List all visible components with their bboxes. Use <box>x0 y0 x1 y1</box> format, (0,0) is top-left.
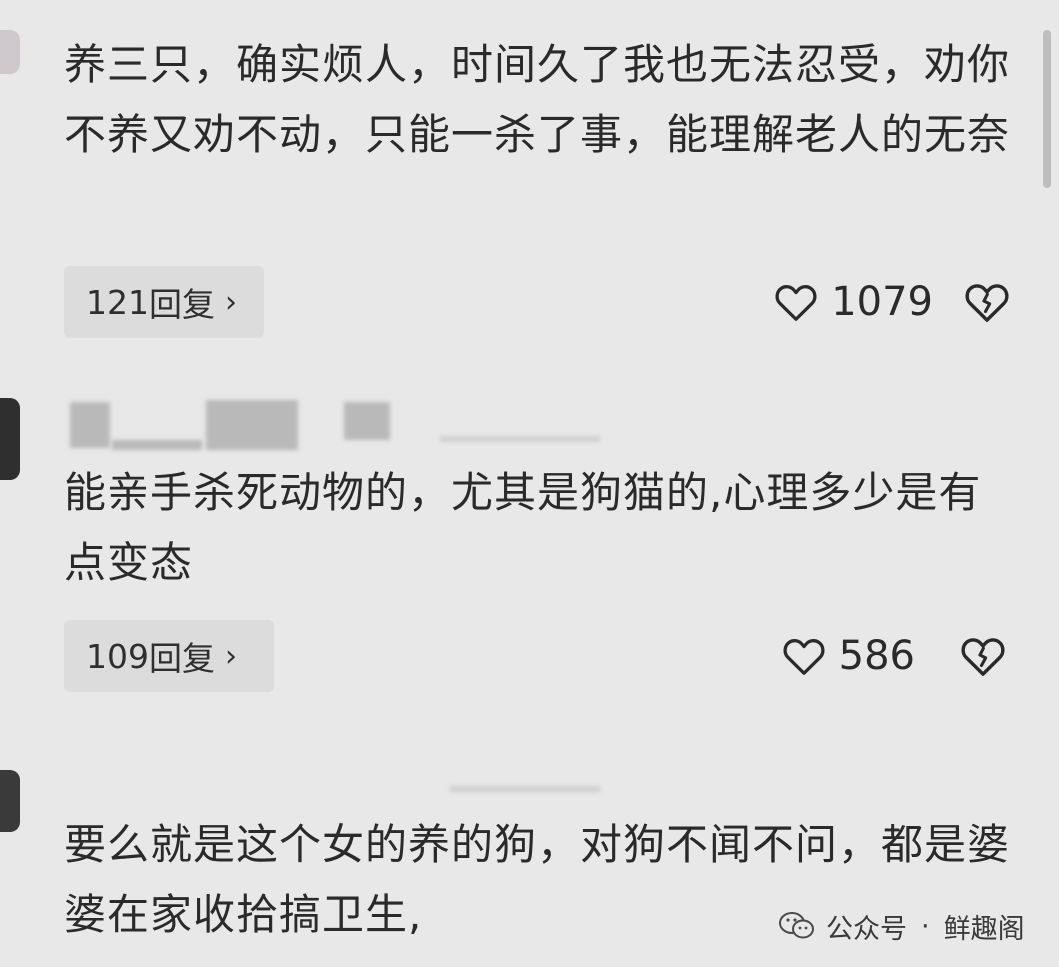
avatar[interactable] <box>0 398 20 480</box>
heart-icon[interactable] <box>781 636 827 676</box>
comment-actions: 1079 <box>773 266 1011 338</box>
comment-actions: 586 <box>781 620 1007 692</box>
username-redacted <box>344 402 390 440</box>
wechat-icon <box>779 912 814 939</box>
scrollbar[interactable] <box>1043 30 1051 188</box>
reply-count: 121 <box>86 282 149 322</box>
reply-button[interactable]: 121 回复 › <box>64 266 264 338</box>
username-redacted <box>450 786 600 792</box>
like-count: 586 <box>838 633 915 679</box>
like-count: 1079 <box>831 279 933 325</box>
username-redacted <box>440 436 600 442</box>
reply-label: 回复 <box>149 639 215 678</box>
watermark-source: 公众号 <box>826 913 907 945</box>
avatar[interactable] <box>0 30 20 74</box>
broken-heart-icon[interactable] <box>963 281 1011 323</box>
username-redacted <box>112 440 202 450</box>
username-redacted <box>70 402 110 448</box>
chevron-right-icon: › <box>225 284 237 320</box>
watermark-account: 鲜趣阁 <box>943 913 1025 945</box>
comment-text: 能亲手杀死动物的，尤其是狗猫的,心理多少是有点变态 <box>64 468 982 587</box>
avatar[interactable] <box>0 770 20 832</box>
reply-count: 109 <box>86 636 149 676</box>
reply-label: 回复 <box>149 285 215 324</box>
heart-icon[interactable] <box>773 282 819 322</box>
username-redacted <box>206 400 298 450</box>
comment-text: 养三只，确实烦人，时间久了我也无法忍受，劝你不养又劝不动，只能一杀了事，能理解老… <box>64 40 1011 159</box>
watermark-separator: · <box>921 910 930 942</box>
chevron-right-icon: › <box>225 638 237 674</box>
reply-button[interactable]: 109 回复 › <box>64 620 274 692</box>
watermark: 公众号 · 鲜趣阁 <box>778 900 1025 952</box>
broken-heart-icon[interactable] <box>959 635 1007 677</box>
